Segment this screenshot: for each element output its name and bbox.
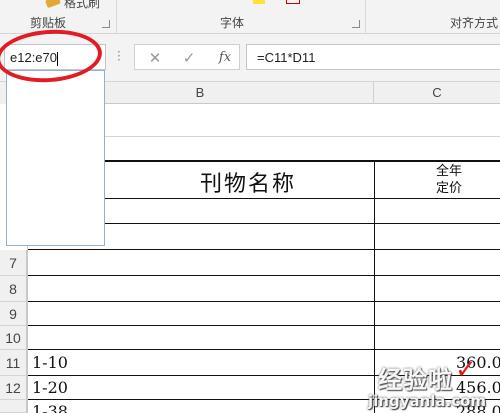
table-border xyxy=(27,275,500,276)
ribbon-separator xyxy=(116,0,117,34)
enter-icon[interactable]: ✓ xyxy=(177,48,201,68)
row-header-11[interactable]: 11 xyxy=(0,350,27,376)
resize-handle-icon[interactable]: · · · xyxy=(117,46,121,66)
price-header-cell[interactable]: 全年 定价 xyxy=(436,163,462,197)
price-header-line2: 定价 xyxy=(436,181,463,196)
cancel-icon[interactable]: ✕ xyxy=(143,48,167,68)
row-header-9[interactable]: 9 xyxy=(0,302,27,326)
format-painter-label[interactable]: 格式刷 xyxy=(64,0,100,11)
highlight-color-icon[interactable] xyxy=(253,0,265,4)
clipboard-dialog-launcher-icon[interactable] xyxy=(102,20,110,28)
cell-b11[interactable]: 1-10 xyxy=(32,353,68,372)
table-border xyxy=(27,301,500,302)
font-dialog-launcher-icon[interactable] xyxy=(352,20,360,28)
ribbon: 格式刷 剪贴板 字体 对齐方式 xyxy=(0,0,500,34)
name-box-dropdown[interactable] xyxy=(6,70,105,246)
column-header-c[interactable]: C xyxy=(374,82,500,104)
table-border xyxy=(374,160,375,413)
watermark-text: 经验啦 xyxy=(378,366,453,394)
formula-buttons: ✕ ✓ fx xyxy=(134,44,240,70)
row-header-13[interactable] xyxy=(0,400,27,413)
row-header-7[interactable]: 7 xyxy=(0,250,27,276)
font-color-icon[interactable] xyxy=(286,0,300,4)
font-group-label: 字体 xyxy=(220,16,245,30)
cell-b12[interactable]: 1-20 xyxy=(32,378,68,397)
ribbon-separator xyxy=(365,0,366,34)
row-header-10[interactable]: 10 xyxy=(0,326,27,350)
row-header-12[interactable]: 12 xyxy=(0,376,27,400)
price-header-line1: 全年 xyxy=(436,164,463,179)
table-border xyxy=(27,349,500,350)
title-cell[interactable]: 刊物名称 xyxy=(200,166,296,198)
table-border xyxy=(27,325,500,326)
cell-b13[interactable]: 1-38 xyxy=(32,402,68,413)
clipboard-group-label: 剪贴板 xyxy=(30,16,67,30)
alignment-group-label: 对齐方式 xyxy=(450,16,499,30)
watermark-url: jingyanla.com xyxy=(368,392,487,410)
format-painter-icon[interactable] xyxy=(45,0,61,9)
check-mark-icon: ✓ xyxy=(455,355,477,385)
formula-input[interactable]: =C11*D11 xyxy=(246,44,500,70)
table-border xyxy=(27,249,500,250)
row-header-8[interactable]: 8 xyxy=(0,276,27,302)
insert-function-button[interactable]: fx xyxy=(213,48,237,68)
